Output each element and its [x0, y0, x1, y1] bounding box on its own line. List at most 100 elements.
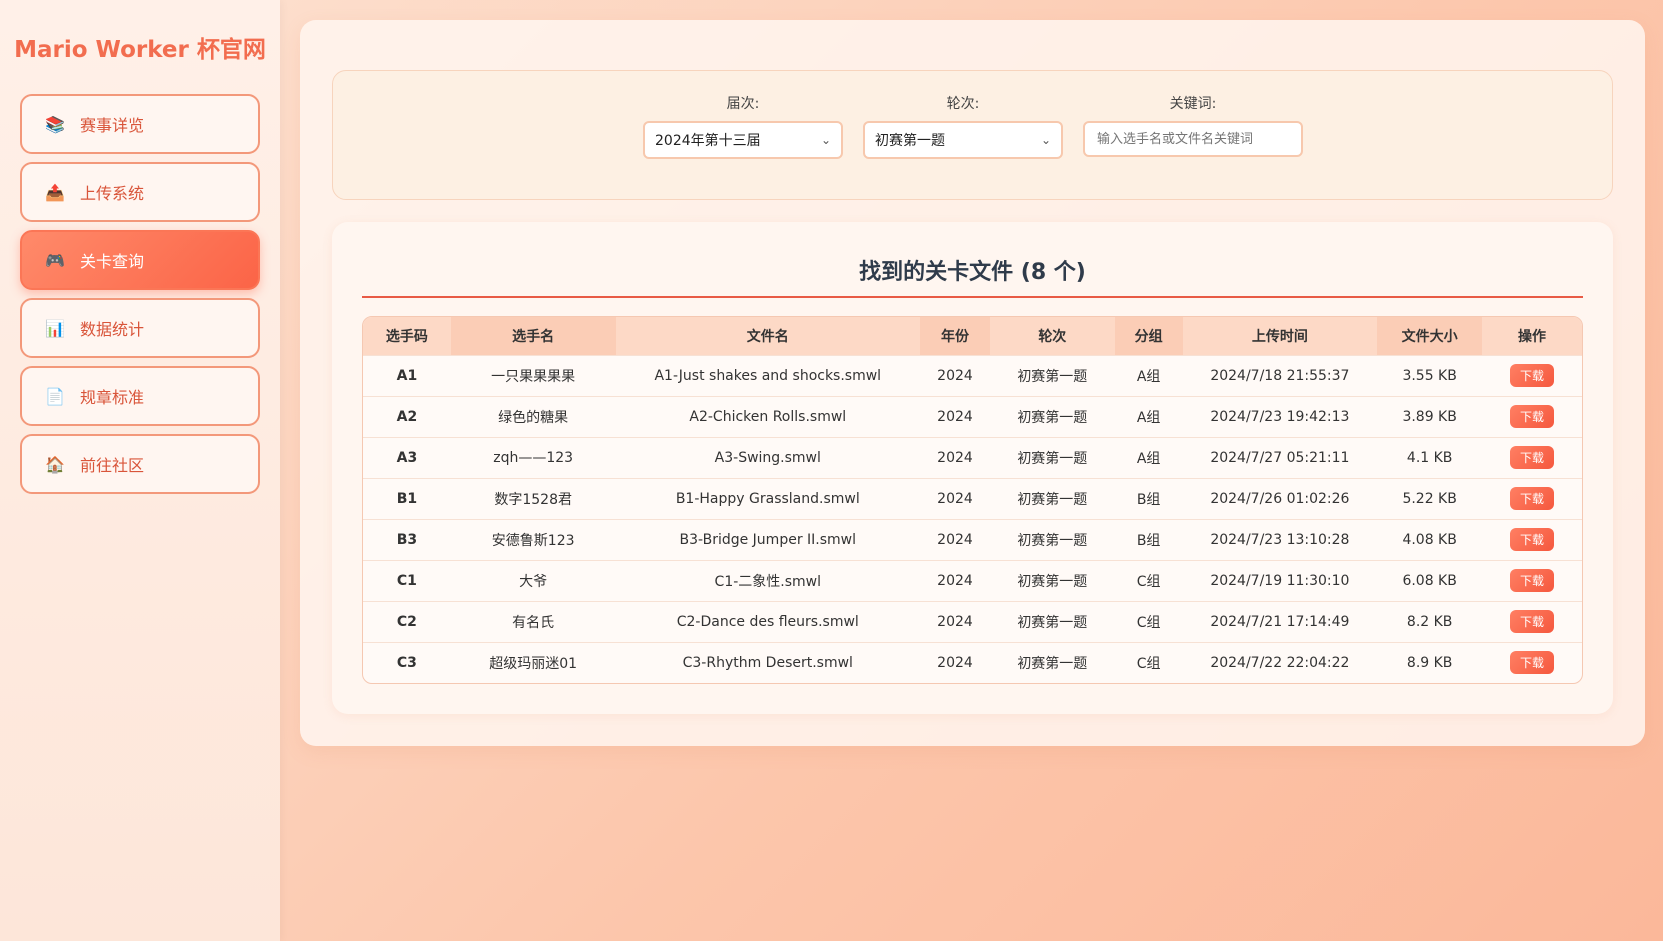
column-header: 上传时间: [1182, 317, 1378, 355]
cell-file: A2-Chicken Rolls.smwl: [615, 395, 921, 437]
cell-action: 下载: [1482, 477, 1582, 519]
session-select[interactable]: 2024年第十三届 ⌄: [643, 121, 843, 159]
cell-round: 初赛第一题: [989, 395, 1115, 437]
cell-code: C2: [363, 600, 451, 642]
cell-file: C3-Rhythm Desert.smwl: [615, 641, 921, 683]
sidebar: Mario Worker 杯官网 📚 赛事详览 📤 上传系统 🎮 关卡查询 📊 数据统计 📄 规章…: [0, 0, 280, 941]
document-icon: 📄: [45, 386, 65, 406]
cell-size: 6.08 KB: [1377, 559, 1483, 601]
download-button[interactable]: 下载: [1510, 651, 1555, 675]
cell-size: 4.08 KB: [1377, 518, 1483, 560]
download-button[interactable]: 下载: [1510, 610, 1555, 633]
sidebar-item-0[interactable]: 📚 赛事详览: [20, 94, 260, 154]
cell-file: C1-二象性.smwl: [615, 559, 921, 601]
cell-year: 2024: [920, 559, 990, 601]
sidebar-item-3[interactable]: 📊 数据统计: [20, 298, 260, 358]
table-row: C1 大爷 C1-二象性.smwl 2024 初赛第一题 C组 2024/7/19 11:3…: [363, 559, 1582, 601]
cell-file: A3-Swing.smwl: [615, 436, 921, 478]
column-header: 年份: [920, 317, 990, 355]
cell-name: zqh——123: [450, 436, 616, 478]
cell-time: 2024/7/19 11:30:10: [1182, 559, 1378, 601]
cell-time: 2024/7/22 22:04:22: [1182, 641, 1378, 683]
filter-card: 届次: 2024年第十三届 ⌄ 轮次: 初赛第一题 ⌄ 关键词:: [332, 70, 1613, 200]
cell-code: A1: [363, 354, 451, 396]
sidebar-item-label: 关卡查询: [80, 252, 145, 271]
cell-action: 下载: [1482, 559, 1582, 601]
cell-action: 下载: [1482, 436, 1582, 478]
round-select[interactable]: 初赛第一题 ⌄: [863, 121, 1063, 159]
sidebar-item-label: 规章标准: [80, 388, 145, 407]
session-select-value: 2024年第十三届: [655, 133, 761, 149]
results-card: 找到的关卡文件 (8 个) 选手码 选手名 文件名 年份 轮次 分组 上传时间 文件大小 操作 …: [332, 222, 1613, 714]
cell-file: A1-Just shakes and shocks.smwl: [615, 354, 921, 396]
cell-round: 初赛第一题: [989, 477, 1115, 519]
chevron-down-icon: ⌄: [1040, 133, 1051, 147]
sidebar-item-label: 前往社区: [80, 456, 145, 475]
keyword-label: 关键词:: [1169, 96, 1217, 112]
table-row: B3 安德鲁斯123 B3-Bridge Jumper II.smwl 2024 初赛第…: [363, 518, 1582, 560]
sidebar-item-5[interactable]: 🏠 前往社区: [20, 434, 260, 494]
cell-round: 初赛第一题: [989, 436, 1115, 478]
cell-name: 安德鲁斯123: [450, 518, 616, 560]
cell-round: 初赛第一题: [989, 600, 1115, 642]
round-select-value: 初赛第一题: [875, 133, 945, 149]
results-title: 找到的关卡文件 (8 个): [362, 254, 1583, 298]
main-panel: 届次: 2024年第十三届 ⌄ 轮次: 初赛第一题 ⌄ 关键词: 找到的关卡文件…: [300, 20, 1645, 746]
cell-code: B3: [363, 518, 451, 560]
sidebar-item-4[interactable]: 📄 规章标准: [20, 366, 260, 426]
cell-year: 2024: [920, 600, 990, 642]
cell-size: 5.22 KB: [1377, 477, 1483, 519]
cell-group: C组: [1114, 641, 1183, 683]
cell-size: 3.89 KB: [1377, 395, 1483, 437]
column-header: 分组: [1114, 317, 1183, 355]
download-button[interactable]: 下载: [1510, 364, 1555, 387]
cell-action: 下载: [1482, 600, 1582, 642]
results-table: 选手码 选手名 文件名 年份 轮次 分组 上传时间 文件大小 操作 A1 一只果果果果 A1-Jus…: [362, 316, 1583, 684]
cell-size: 4.1 KB: [1377, 436, 1483, 478]
cell-year: 2024: [920, 436, 990, 478]
cell-round: 初赛第一题: [989, 641, 1115, 683]
download-button[interactable]: 下载: [1510, 528, 1555, 551]
cell-group: B组: [1114, 477, 1183, 519]
cell-name: 绿色的糖果: [450, 395, 616, 437]
cell-size: 3.55 KB: [1377, 354, 1483, 396]
column-header: 选手名: [450, 317, 616, 355]
session-label: 届次:: [726, 96, 760, 112]
download-button[interactable]: 下载: [1510, 487, 1555, 510]
cell-file: B1-Happy Grassland.smwl: [615, 477, 921, 519]
sidebar-item-2[interactable]: 🎮 关卡查询: [20, 230, 260, 290]
brand-title: Mario Worker 杯官网: [14, 37, 266, 63]
column-header: 选手码: [363, 317, 451, 355]
cell-name: 大爷: [450, 559, 616, 601]
cell-action: 下载: [1482, 354, 1582, 396]
cell-group: A组: [1114, 395, 1183, 437]
cell-action: 下载: [1482, 518, 1582, 560]
cell-year: 2024: [920, 518, 990, 560]
sidebar-item-1[interactable]: 📤 上传系统: [20, 162, 260, 222]
cell-group: C组: [1114, 559, 1183, 601]
column-header: 操作: [1482, 317, 1582, 355]
cell-time: 2024/7/18 21:55:37: [1182, 354, 1378, 396]
cell-round: 初赛第一题: [989, 354, 1115, 396]
session-field: 届次: 2024年第十三届 ⌄: [643, 93, 843, 159]
cell-round: 初赛第一题: [989, 518, 1115, 560]
cell-size: 8.2 KB: [1377, 600, 1483, 642]
column-header: 文件名: [615, 317, 921, 355]
table-row: B1 数字1528君 B1-Happy Grassland.smwl 2024 初赛第一…: [363, 477, 1582, 519]
download-button[interactable]: 下载: [1510, 569, 1555, 592]
table-row: C2 有名氏 C2-Dance des fleurs.smwl 2024 初赛第一题 C组…: [363, 600, 1582, 642]
cell-year: 2024: [920, 477, 990, 519]
house-icon: 🏠: [45, 454, 65, 474]
keyword-input[interactable]: [1083, 121, 1303, 157]
cell-time: 2024/7/27 05:21:11: [1182, 436, 1378, 478]
cell-action: 下载: [1482, 641, 1582, 683]
chevron-down-icon: ⌄: [820, 133, 831, 147]
round-field: 轮次: 初赛第一题 ⌄: [863, 93, 1063, 159]
download-button[interactable]: 下载: [1510, 446, 1555, 469]
cell-time: 2024/7/23 13:10:28: [1182, 518, 1378, 560]
cell-size: 8.9 KB: [1377, 641, 1483, 683]
cell-code: A2: [363, 395, 451, 437]
download-button[interactable]: 下载: [1510, 405, 1555, 428]
table-row: A1 一只果果果果 A1-Just shakes and shocks.smwl 20…: [363, 354, 1582, 396]
cell-group: A组: [1114, 354, 1183, 396]
